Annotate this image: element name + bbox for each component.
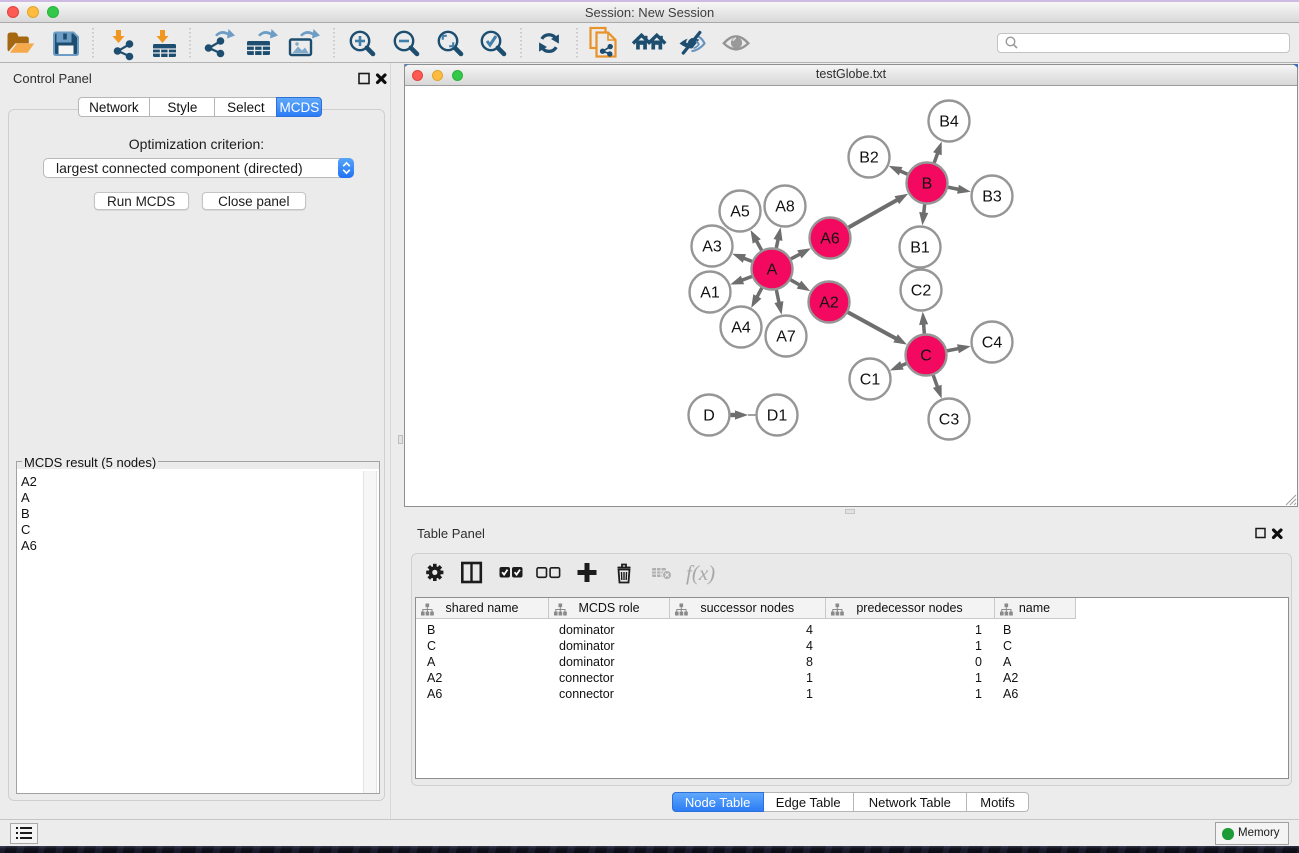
svg-text:A7: A7: [776, 329, 796, 346]
svg-text:D1: D1: [767, 408, 788, 425]
svg-text:A1: A1: [700, 285, 720, 302]
svg-text:A5: A5: [730, 204, 750, 221]
svg-text:B1: B1: [910, 240, 930, 257]
svg-text:A: A: [767, 262, 778, 279]
svg-text:C3: C3: [939, 412, 960, 429]
svg-text:A2: A2: [819, 295, 839, 312]
svg-text:C1: C1: [860, 372, 881, 389]
svg-text:B: B: [922, 176, 933, 193]
svg-text:B2: B2: [859, 150, 879, 167]
svg-text:A4: A4: [731, 320, 751, 337]
svg-text:C2: C2: [911, 283, 932, 300]
svg-text:C4: C4: [982, 335, 1003, 352]
svg-text:B4: B4: [939, 114, 959, 131]
svg-text:D: D: [703, 408, 715, 425]
svg-text:A8: A8: [775, 199, 795, 216]
svg-text:C: C: [920, 348, 932, 365]
svg-text:A6: A6: [820, 231, 840, 248]
svg-text:B3: B3: [982, 189, 1002, 206]
svg-text:f(x): f(x): [686, 561, 715, 585]
svg-text:A3: A3: [702, 239, 722, 256]
